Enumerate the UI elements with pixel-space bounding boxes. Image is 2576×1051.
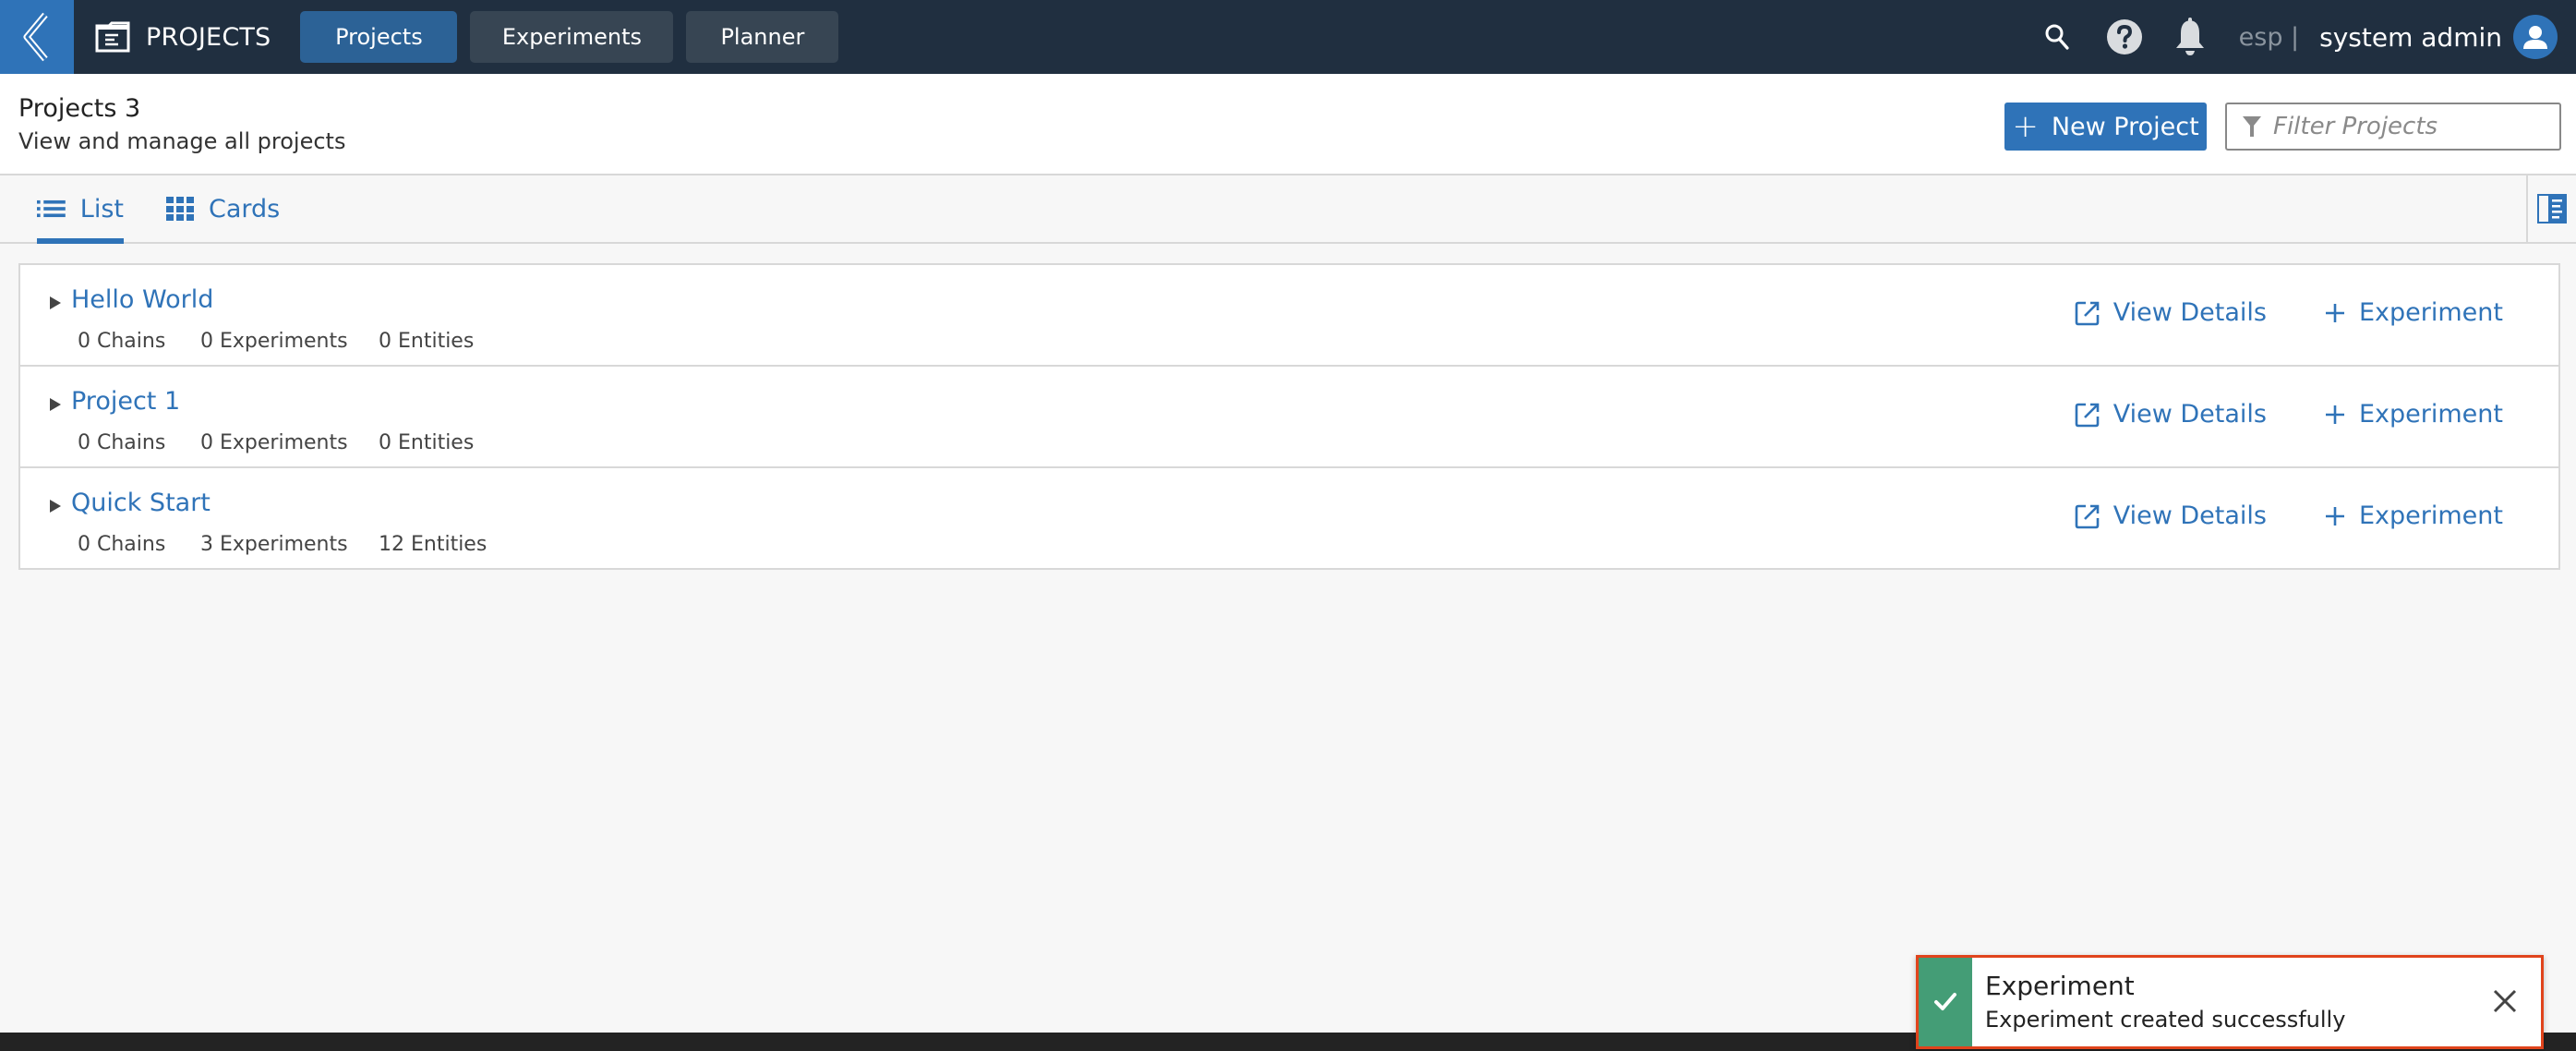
project-row: Quick Start 0 Chains 3 Experiments 12 En…	[20, 468, 2558, 568]
project-row: Hello World 0 Chains 0 Experiments 0 Ent…	[20, 265, 2558, 367]
search-icon	[2045, 24, 2069, 50]
add-experiment-label: Experiment	[2358, 400, 2503, 429]
row-actions: View Details Experiment	[2075, 501, 2503, 530]
page-title: Projects 3	[18, 94, 141, 123]
nav-tab-planner[interactable]: Planner	[686, 11, 839, 63]
experiments-count: 0 Experiments	[200, 431, 348, 454]
row-actions: View Details Experiment	[2075, 400, 2503, 429]
new-project-button[interactable]: + New Project	[2004, 103, 2207, 151]
language-indicator[interactable]: esp |	[2239, 23, 2300, 52]
list-icon	[37, 199, 66, 218]
plus-icon	[2325, 303, 2344, 322]
help-button[interactable]	[2106, 18, 2143, 55]
entities-count: 0 Entities	[379, 431, 475, 454]
tab-list[interactable]: List	[37, 175, 124, 244]
nav-tab-projects[interactable]: Projects	[300, 11, 458, 63]
view-details-button[interactable]: View Details	[2075, 501, 2267, 530]
add-experiment-button[interactable]: Experiment	[2324, 501, 2503, 530]
success-toast: Experiment Experiment created successful…	[1916, 955, 2544, 1049]
entities-count: 0 Entities	[379, 330, 475, 353]
add-experiment-button[interactable]: Experiment	[2324, 400, 2503, 429]
filter-icon	[2243, 116, 2261, 137]
help-icon	[2106, 19, 2142, 54]
toast-message: Experiment created successfully	[1985, 1007, 2346, 1033]
top-navigation-bar: PROJECTS Projects Experiments Planner es…	[0, 0, 2576, 74]
add-experiment-label: Experiment	[2358, 298, 2503, 327]
row-actions: View Details Experiment	[2075, 298, 2503, 327]
notifications-button[interactable]	[2174, 18, 2206, 56]
view-details-button[interactable]: View Details	[2075, 298, 2267, 327]
add-experiment-button[interactable]: Experiment	[2324, 298, 2503, 327]
app-title-text: PROJECTS	[146, 22, 271, 52]
side-panel-icon	[2537, 194, 2567, 223]
main-nav-tabs: Projects Experiments Planner	[300, 11, 839, 63]
external-link-icon	[2075, 403, 2100, 427]
view-details-label: View Details	[2113, 501, 2267, 530]
search-button[interactable]	[2041, 21, 2073, 53]
project-name-link[interactable]: Quick Start	[71, 489, 211, 517]
filter-projects-input[interactable]	[2273, 113, 2541, 140]
view-details-label: View Details	[2113, 298, 2267, 327]
toast-body: Experiment Experiment created successful…	[1972, 958, 2345, 1046]
external-link-icon	[2075, 301, 2100, 325]
project-stats: 0 Chains 0 Experiments 0 Entities	[78, 330, 474, 353]
filter-projects-field[interactable]	[2225, 103, 2561, 151]
experiments-count: 3 Experiments	[200, 533, 348, 556]
external-link-icon	[2075, 504, 2100, 528]
plus-icon: +	[2012, 108, 2039, 145]
chains-count: 0 Chains	[78, 533, 166, 556]
toast-title: Experiment	[1985, 971, 2135, 1001]
project-name-link[interactable]: Project 1	[71, 387, 180, 416]
chevron-left-icon	[23, 12, 48, 62]
view-details-button[interactable]: View Details	[2075, 400, 2267, 429]
back-button[interactable]	[0, 0, 74, 74]
nav-right-group: esp | system admin	[2041, 15, 2576, 59]
tab-cards-label: Cards	[209, 194, 281, 223]
toast-close-button[interactable]	[2489, 985, 2521, 1017]
caret-right-icon[interactable]	[48, 295, 63, 311]
chains-count: 0 Chains	[78, 431, 166, 454]
project-list: Hello World 0 Chains 0 Experiments 0 Ent…	[18, 263, 2560, 570]
document-icon	[95, 21, 130, 53]
new-project-label: New Project	[2051, 112, 2199, 141]
plus-icon	[2325, 405, 2344, 424]
user-name[interactable]: system admin	[2319, 22, 2502, 53]
grid-icon	[166, 197, 194, 221]
chains-count: 0 Chains	[78, 330, 166, 353]
experiments-count: 0 Experiments	[200, 330, 348, 353]
plus-icon	[2325, 506, 2344, 526]
tab-list-label: List	[79, 194, 124, 223]
page-subtitle: View and manage all projects	[18, 128, 346, 154]
avatar[interactable]	[2513, 15, 2558, 59]
nav-tab-experiments[interactable]: Experiments	[470, 11, 674, 63]
project-row: Project 1 0 Chains 0 Experiments 0 Entit…	[20, 367, 2558, 468]
side-panel-toggle[interactable]	[2526, 175, 2576, 242]
page-header: Projects 3 View and manage all projects …	[0, 74, 2576, 175]
entities-count: 12 Entities	[379, 533, 488, 556]
project-name-link[interactable]: Hello World	[71, 285, 213, 314]
view-tabs-bar: List Cards	[0, 175, 2576, 244]
project-stats: 0 Chains 0 Experiments 0 Entities	[78, 431, 474, 454]
app-title: PROJECTS	[94, 21, 271, 53]
toast-status-strip	[1919, 958, 1972, 1046]
caret-right-icon[interactable]	[48, 396, 63, 413]
tab-cards[interactable]: Cards	[166, 175, 280, 242]
checkmark-icon	[1934, 993, 1956, 1010]
add-experiment-label: Experiment	[2358, 501, 2503, 530]
close-icon	[2493, 989, 2517, 1013]
caret-right-icon[interactable]	[48, 498, 63, 514]
view-details-label: View Details	[2113, 400, 2267, 429]
project-stats: 0 Chains 3 Experiments 12 Entities	[78, 533, 487, 556]
bell-icon	[2175, 18, 2204, 55]
user-icon	[2523, 26, 2547, 49]
